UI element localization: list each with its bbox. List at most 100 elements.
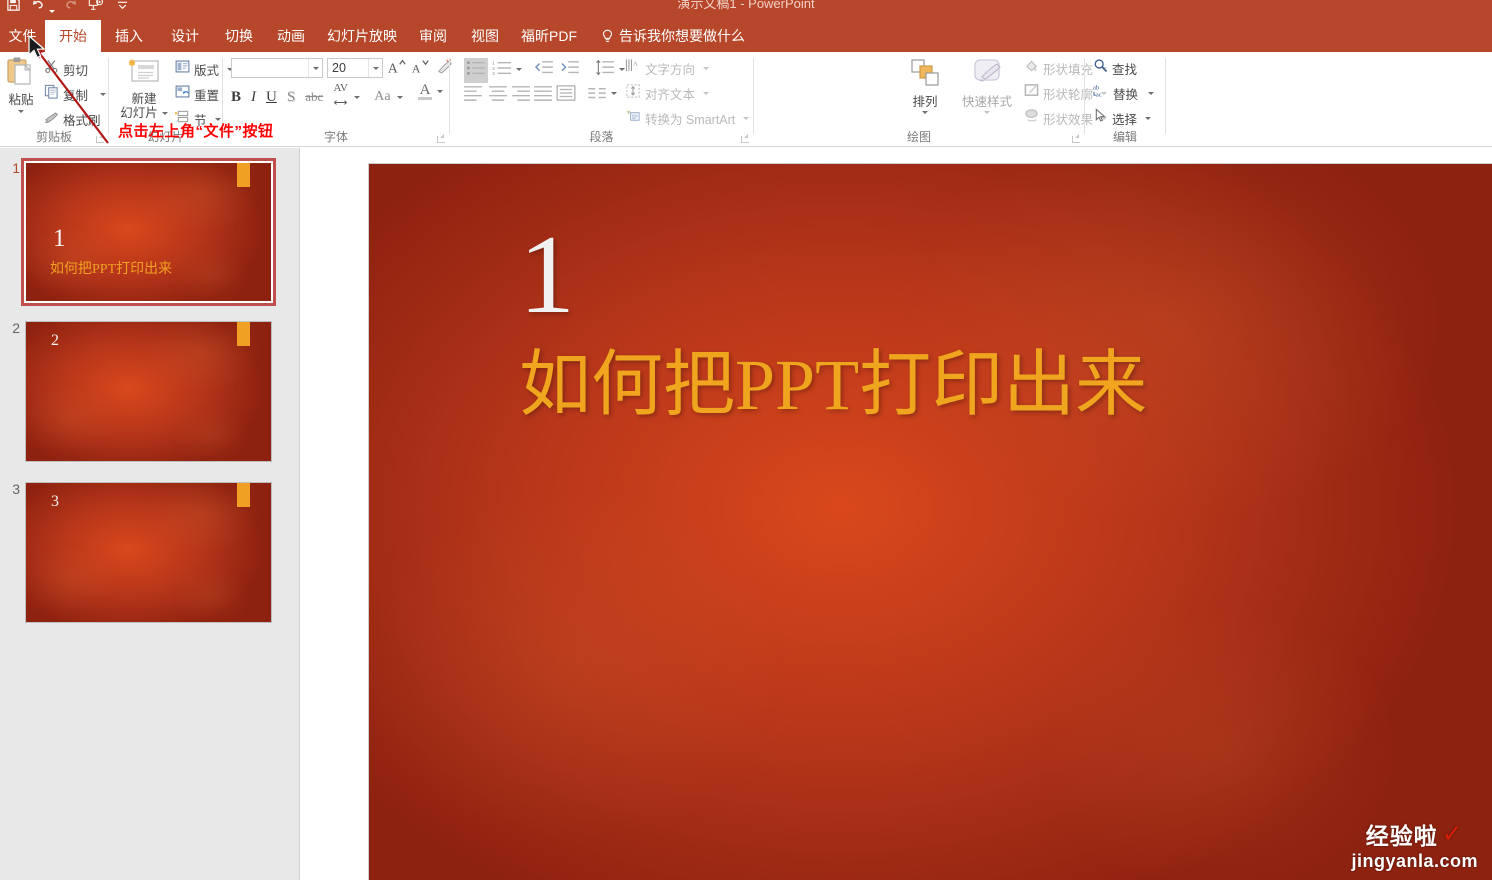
tab-view[interactable]: 视图 (459, 20, 511, 52)
slideshow-icon[interactable] (88, 0, 104, 17)
copy-icon (44, 84, 59, 104)
font-size-combo[interactable]: 20 (327, 58, 383, 78)
align-center-button[interactable] (488, 85, 508, 106)
tab-insert[interactable]: 插入 (101, 20, 157, 52)
replace-button[interactable]: ab ac 替换 (1093, 82, 1155, 104)
thumbnail-2-number-text: 2 (51, 332, 59, 349)
align-right-button[interactable] (511, 85, 531, 106)
character-spacing-label: AV (333, 82, 348, 94)
arrange-dropdown-icon[interactable] (922, 111, 928, 114)
font-color-button[interactable]: A (418, 83, 443, 100)
quick-styles-dropdown-icon[interactable] (984, 111, 990, 114)
change-case-button[interactable]: Aa (374, 89, 390, 105)
cut-button[interactable]: 剪切 (44, 58, 88, 80)
character-spacing-icon (333, 93, 348, 111)
drawing-dialog-launcher-icon[interactable] (1071, 134, 1081, 144)
main-slide[interactable]: 1 如何把PPT打印出来 经验啦 ✓ jingyanla.com (368, 163, 1492, 880)
font-size-dropdown-icon[interactable] (368, 59, 382, 77)
find-label: 查找 (1112, 62, 1138, 77)
tab-foxit-pdf[interactable]: 福昕PDF (511, 20, 587, 52)
ribbon-group-editing: 查找 ab ac 替换 选择 编辑 (1085, 52, 1165, 147)
tell-me-box[interactable]: 告诉我你想要做什么 (590, 20, 756, 52)
find-button[interactable]: 查找 (1093, 57, 1137, 79)
new-slide-button[interactable]: 新建 幻灯片 (115, 57, 173, 120)
justify-button[interactable] (533, 85, 553, 106)
numbering-dropdown-icon[interactable] (516, 68, 522, 71)
tab-review[interactable]: 审阅 (407, 20, 459, 52)
select-button[interactable]: 选择 (1093, 107, 1152, 129)
undo-dropdown-icon[interactable] (49, 10, 55, 13)
slide-thumbnail-1[interactable]: 1 如何把PPT打印出来 (21, 158, 276, 306)
text-direction-button[interactable]: A 文字方向 (625, 57, 710, 79)
change-case-dropdown-icon[interactable] (396, 95, 403, 99)
decrease-indent-button[interactable] (534, 60, 554, 81)
italic-button[interactable]: I (251, 89, 256, 106)
convert-smartart-dropdown-icon[interactable] (743, 116, 750, 120)
text-columns-dropdown-icon[interactable] (611, 92, 617, 95)
font-size-value: 20 (332, 61, 346, 75)
font-color-dropdown-icon[interactable] (437, 90, 443, 93)
main-slide-number: 1 (519, 213, 575, 337)
font-name-combo[interactable] (231, 58, 323, 78)
slide-thumbnail-panel[interactable]: 1 1 如何把PPT打印出来 2 2 3 3 (0, 148, 300, 880)
new-slide-dropdown-icon[interactable] (161, 111, 168, 115)
clipboard-dialog-launcher-icon[interactable] (95, 134, 105, 144)
tab-design[interactable]: 设计 (157, 20, 213, 52)
distributed-button[interactable] (556, 85, 576, 106)
increase-indent-button[interactable] (560, 60, 580, 81)
font-dialog-launcher-icon[interactable] (436, 134, 446, 144)
new-slide-label-line1: 新建 (131, 92, 157, 106)
arrange-button[interactable]: 排列 (902, 58, 948, 114)
new-slide-label-line2: 幻灯片 (120, 106, 158, 120)
bullets-button[interactable] (464, 58, 488, 83)
align-text-button[interactable]: 对齐文本 (625, 82, 710, 104)
search-icon (1093, 58, 1108, 78)
align-text-dropdown-icon[interactable] (703, 91, 710, 95)
select-dropdown-icon[interactable] (1145, 116, 1152, 120)
character-spacing-button[interactable]: AV (333, 83, 348, 111)
quick-styles-button[interactable]: 快速样式 (956, 58, 1018, 114)
customize-qat-icon[interactable] (117, 0, 128, 16)
text-shadow-button[interactable]: S (287, 89, 295, 106)
slide-background (26, 322, 271, 461)
thumbnail-number-2: 2 (12, 320, 20, 336)
bold-button[interactable]: B (231, 89, 241, 106)
save-icon[interactable] (6, 0, 21, 17)
tab-home[interactable]: 开始 (45, 20, 101, 52)
strikethrough-button[interactable]: abc (305, 89, 323, 105)
copy-dropdown-icon[interactable] (100, 92, 107, 96)
thumbnail-1-number-text: 1 (53, 225, 66, 252)
svg-text:ab: ab (1093, 85, 1100, 92)
text-direction-dropdown-icon[interactable] (703, 66, 710, 70)
replace-dropdown-icon[interactable] (1148, 91, 1155, 95)
thumbnail-3-number-text: 3 (51, 493, 59, 510)
paragraph-dialog-launcher-icon[interactable] (740, 134, 750, 144)
svg-text:3: 3 (492, 71, 495, 76)
reset-button[interactable]: 重置 (175, 83, 219, 105)
paste-dropdown-icon[interactable] (18, 110, 24, 113)
align-text-icon (625, 83, 641, 104)
thumbnail-number-1: 1 (12, 160, 20, 176)
line-spacing-button[interactable] (595, 59, 615, 81)
text-columns-button[interactable] (587, 87, 607, 106)
font-name-dropdown-icon[interactable] (308, 59, 322, 77)
tab-slideshow[interactable]: 幻灯片放映 (317, 20, 407, 52)
powerpoint-window: 演示文稿1 - PowerPoint 文件 开始 插入 设计 切换 动画 幻灯片… (0, 0, 1492, 880)
shrink-font-button[interactable]: A (411, 57, 431, 82)
grow-font-button[interactable]: A (387, 57, 407, 82)
text-direction-label: 文字方向 (645, 62, 696, 77)
tab-transitions[interactable]: 切换 (213, 20, 265, 52)
copy-button[interactable]: 复制 (44, 83, 107, 105)
slide-thumbnail-3[interactable]: 3 (25, 482, 272, 623)
format-painter-button[interactable]: 格式刷 (44, 108, 101, 130)
tab-animations[interactable]: 动画 (265, 20, 317, 52)
numbering-button[interactable]: 123 (492, 60, 512, 81)
slide-thumbnail-2[interactable]: 2 (25, 321, 272, 462)
thumbnail-1-title: 如何把PPT打印出来 (50, 262, 173, 277)
character-spacing-dropdown-icon[interactable] (354, 95, 361, 99)
undo-icon[interactable] (30, 0, 45, 17)
convert-smartart-button[interactable]: 转换为 SmartArt (625, 107, 750, 129)
slide-editing-stage: 1 如何把PPT打印出来 经验啦 ✓ jingyanla.com (301, 148, 1492, 880)
align-left-button[interactable] (463, 85, 483, 106)
underline-button[interactable]: U (266, 89, 277, 106)
